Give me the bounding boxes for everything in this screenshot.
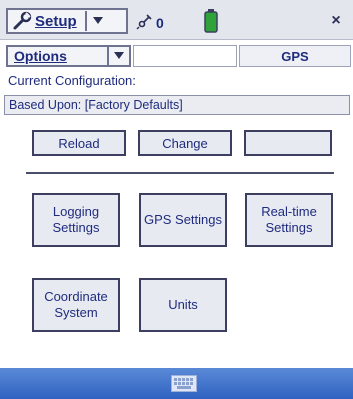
- satellite-icon: [136, 12, 154, 35]
- realtime-settings-button[interactable]: Real-time Settings: [245, 193, 333, 247]
- setup-menu-label: Setup: [35, 12, 77, 30]
- options-menu-label: Options: [14, 48, 67, 64]
- chevron-down-icon[interactable]: [109, 52, 129, 60]
- options-menu-button[interactable]: Options: [6, 45, 131, 67]
- satellite-status: 0: [136, 12, 176, 34]
- blank-button[interactable]: [244, 130, 332, 156]
- close-button[interactable]: ×: [325, 10, 347, 32]
- change-button[interactable]: Change: [138, 130, 232, 156]
- units-button[interactable]: Units: [139, 278, 227, 332]
- reload-button[interactable]: Reload: [32, 130, 126, 156]
- logging-settings-button[interactable]: Logging Settings: [32, 193, 120, 247]
- current-configuration-label: Current Configuration:: [8, 73, 136, 88]
- wrench-icon: [11, 10, 33, 32]
- empty-field: [133, 45, 237, 67]
- keyboard-icon[interactable]: [171, 375, 197, 392]
- coordinate-system-button[interactable]: Coordinate System: [32, 278, 120, 332]
- divider: [26, 172, 334, 174]
- battery-icon: [204, 9, 218, 33]
- gps-tab[interactable]: GPS: [239, 45, 351, 67]
- chevron-down-icon[interactable]: [89, 17, 107, 25]
- gps-settings-button[interactable]: GPS Settings: [139, 193, 227, 247]
- menu-separator: [84, 11, 87, 31]
- based-upon-field: Based Upon: [Factory Defaults]: [4, 95, 350, 115]
- setup-menu-button[interactable]: Setup: [6, 8, 128, 34]
- satellite-count: 0: [156, 15, 164, 31]
